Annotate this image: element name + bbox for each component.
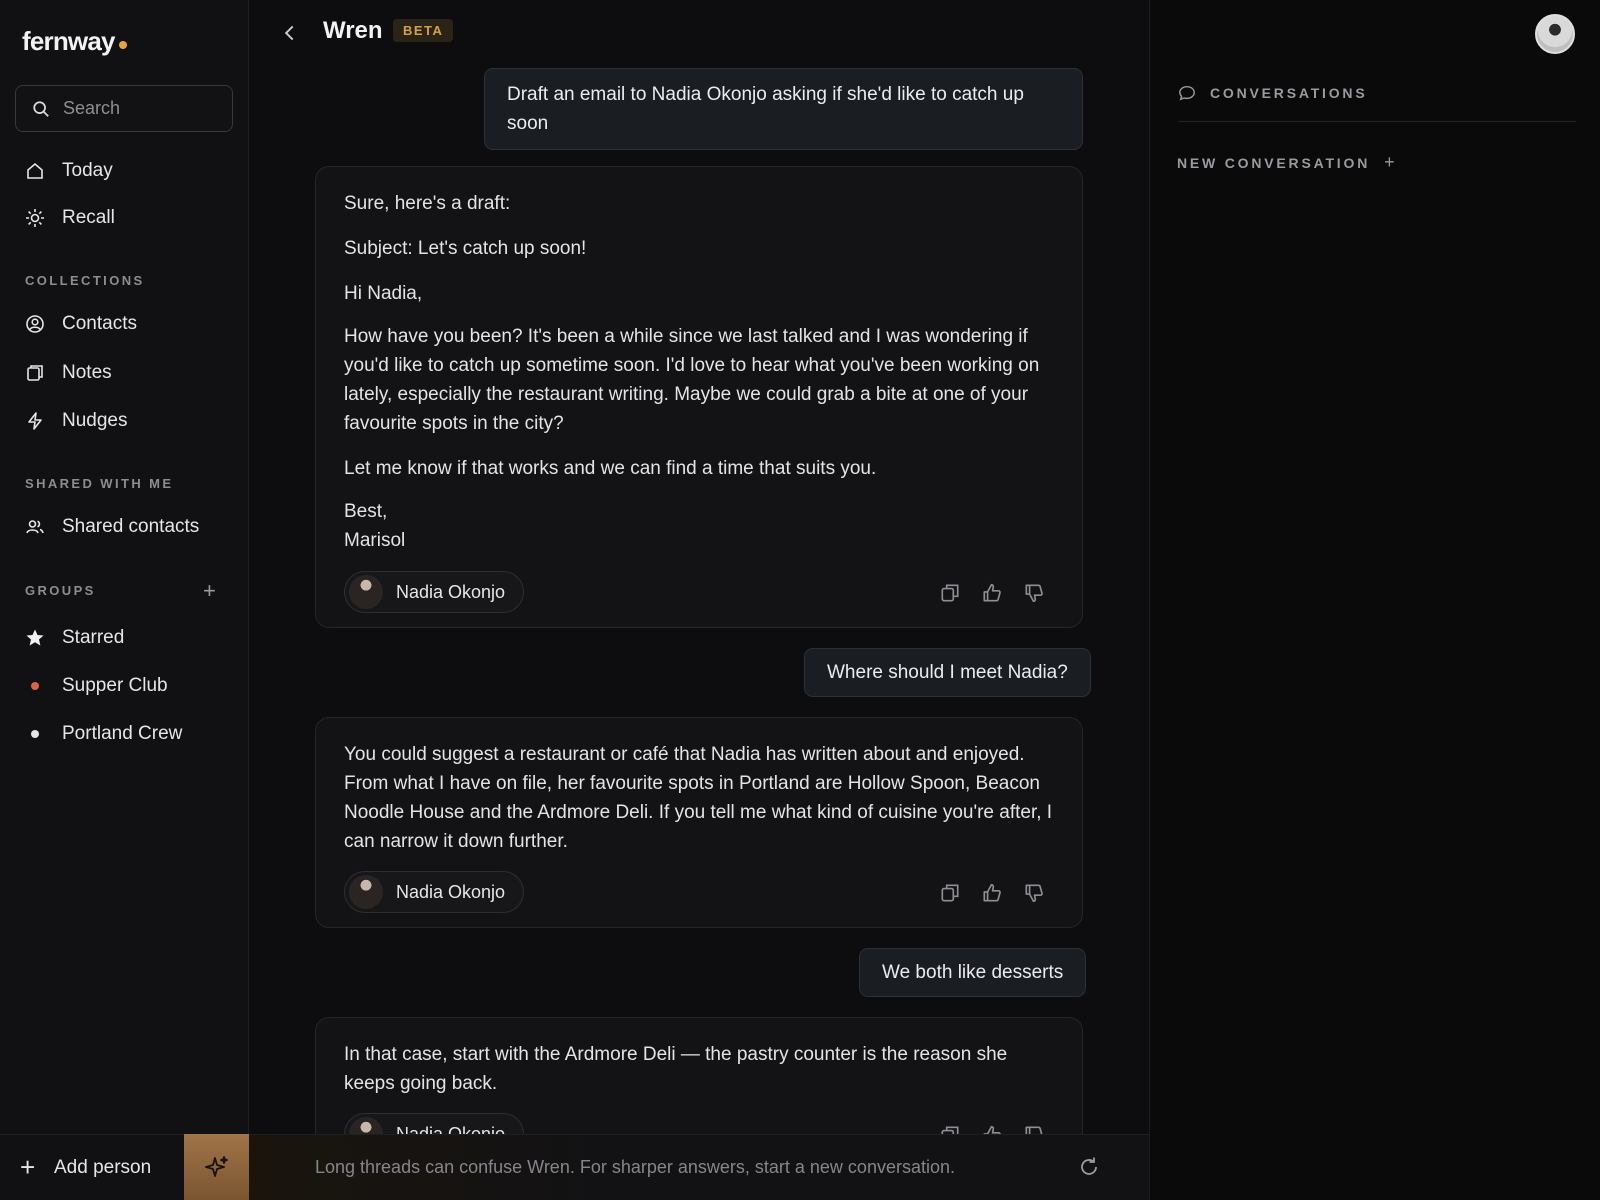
divider	[1178, 121, 1576, 122]
sidebar-item-label: Notes	[62, 362, 112, 383]
assistant-message: Sure, here's a draft: Subject: Let's cat…	[315, 166, 1083, 628]
avatar	[349, 575, 383, 609]
new-conversation-label: NEW CONVERSATION	[1177, 154, 1371, 171]
conversations-heading: CONVERSATIONS	[1210, 85, 1368, 101]
thumbs-down-icon[interactable]	[1023, 1124, 1045, 1134]
sidebar-item-label: Nudges	[62, 410, 128, 431]
contact-name: Nadia Okonjo	[396, 581, 506, 602]
plus-icon: +	[1384, 152, 1395, 172]
sun-icon	[24, 207, 46, 229]
reply-text: How have you been? It's been a while sin…	[344, 326, 1040, 434]
avatar	[349, 875, 383, 909]
brand-logo[interactable]: fernway	[22, 26, 127, 57]
search-input[interactable]: Search	[15, 85, 233, 132]
user-message: Where should I meet Nadia?	[804, 648, 1091, 697]
user-message-text: Draft an email to Nadia Okonjo asking if…	[507, 84, 1024, 134]
thumbs-up-icon[interactable]	[981, 882, 1003, 904]
message-actions	[939, 582, 1045, 604]
reply-text: Let me know if that works and we can fin…	[344, 458, 877, 479]
sidebar-item-label: Portland Crew	[62, 723, 183, 744]
user-avatar[interactable]	[1535, 14, 1575, 54]
lightning-icon	[24, 410, 46, 432]
thumbs-up-icon[interactable]	[981, 582, 1003, 604]
sidebar-item-portland-crew[interactable]: Portland Crew	[24, 719, 182, 749]
copy-icon[interactable]	[939, 1124, 961, 1134]
new-conversation-button[interactable]: NEW CONVERSATION +	[1177, 152, 1395, 173]
shared-heading: SHARED WITH ME	[25, 476, 174, 491]
sidebar-item-label: Shared contacts	[62, 516, 200, 537]
contact-chip[interactable]: Nadia Okonjo	[344, 1113, 525, 1135]
brand-name: fernway	[22, 26, 115, 56]
reply-text: Subject: Let's catch up soon!	[344, 238, 587, 259]
people-icon	[24, 516, 46, 538]
sidebar-item-today[interactable]: Today	[24, 156, 113, 186]
user-message-text: Where should I meet Nadia?	[827, 662, 1068, 683]
collections-heading: COLLECTIONS	[25, 273, 145, 288]
app-window: fernway Search Today Recall COLLECTIONS …	[0, 0, 1600, 1200]
ai-sparkle-button[interactable]	[184, 1134, 249, 1200]
group-color-dot	[31, 730, 39, 738]
search-placeholder: Search	[63, 98, 121, 118]
thread-hint-text: Long threads can confuse Wren. For sharp…	[315, 1157, 955, 1177]
sidebar-item-recall[interactable]: Recall	[24, 203, 115, 233]
sidebar-item-label: Contacts	[62, 313, 137, 334]
reply-text: Hi Nadia,	[344, 283, 423, 304]
copy-icon[interactable]	[939, 882, 961, 904]
plus-icon: +	[20, 1152, 36, 1182]
sidebar-item-starred[interactable]: Starred	[24, 623, 124, 653]
add-person-button[interactable]: + Add person	[0, 1134, 184, 1200]
thumbs-up-icon[interactable]	[981, 1124, 1003, 1134]
page-title: Wren	[323, 17, 383, 44]
reply-text: Best,	[344, 501, 388, 522]
message-actions	[939, 882, 1045, 904]
reply-text: In that case, start with the Ardmore Del…	[344, 1044, 1008, 1094]
reply-text: Sure, here's a draft:	[344, 193, 511, 214]
chat-panel: Wren BETA Draft an email to Nadia Okonjo…	[249, 0, 1149, 1134]
sidebar-item-contacts[interactable]: Contacts	[24, 309, 137, 339]
sidebar-item-notes[interactable]: Notes	[24, 358, 112, 388]
add-group-button[interactable]: +	[203, 580, 216, 602]
user-message: Draft an email to Nadia Okonjo asking if…	[484, 68, 1083, 150]
assistant-message: You could suggest a restaurant or café t…	[315, 717, 1083, 928]
groups-heading: GROUPS	[25, 583, 96, 598]
notes-icon	[24, 362, 46, 384]
contact-chip[interactable]: Nadia Okonjo	[344, 571, 525, 613]
thread-hint-bar: Long threads can confuse Wren. For sharp…	[249, 1134, 1149, 1200]
sidebar-item-label: Today	[62, 160, 113, 181]
sidebar-item-shared-contacts[interactable]: Shared contacts	[24, 512, 199, 542]
contact-name: Nadia Okonjo	[396, 881, 506, 902]
back-chevron-icon[interactable]	[279, 22, 301, 44]
conversations-header: CONVERSATIONS	[1178, 84, 1368, 102]
home-icon	[24, 160, 46, 182]
copy-icon[interactable]	[939, 582, 961, 604]
beta-badge: BETA	[393, 19, 454, 42]
group-color-dot	[31, 682, 39, 690]
thumbs-down-icon[interactable]	[1023, 882, 1045, 904]
search-icon	[33, 100, 49, 117]
thumbs-down-icon[interactable]	[1023, 582, 1045, 604]
sidebar-item-label: Recall	[62, 207, 115, 228]
user-message: We both like desserts	[859, 948, 1087, 997]
sidebar-item-nudges[interactable]: Nudges	[24, 406, 128, 436]
refresh-icon[interactable]	[1077, 1155, 1101, 1179]
sidebar-item-label: Supper Club	[62, 675, 168, 696]
reply-text: Marisol	[344, 530, 406, 551]
sidebar: fernway Search Today Recall COLLECTIONS …	[0, 0, 249, 1134]
contact-chip[interactable]: Nadia Okonjo	[344, 871, 525, 913]
brand-dot	[118, 41, 127, 49]
conversations-panel: CONVERSATIONS NEW CONVERSATION +	[1149, 0, 1600, 1200]
add-person-label: Add person	[54, 1156, 152, 1178]
reply-text: You could suggest a restaurant or café t…	[344, 744, 1053, 852]
sidebar-item-supper-club[interactable]: Supper Club	[24, 671, 168, 701]
avatar	[349, 1117, 383, 1134]
assistant-message: In that case, start with the Ardmore Del…	[315, 1017, 1083, 1134]
contact-name: Nadia Okonjo	[396, 1123, 506, 1135]
chat-bubble-icon	[1179, 85, 1195, 101]
contact-circle-icon	[24, 313, 46, 335]
message-actions	[939, 1124, 1045, 1134]
sidebar-item-label: Starred	[62, 627, 125, 648]
star-icon	[24, 627, 46, 649]
sparkle-icon	[204, 1156, 228, 1177]
user-message-text: We both like desserts	[882, 962, 1064, 983]
